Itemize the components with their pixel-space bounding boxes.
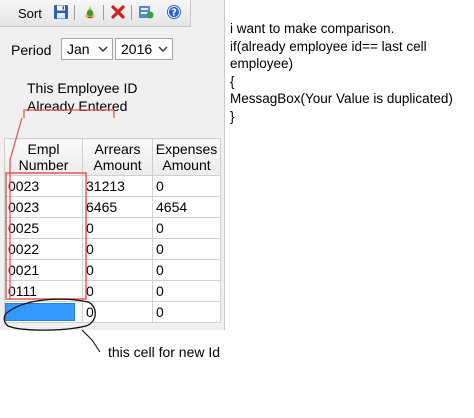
header-line: Amount xyxy=(162,157,211,173)
table-row: 0021 0 0 xyxy=(4,259,221,281)
col-header-empl-number[interactable]: Empl Number xyxy=(4,138,83,176)
selected-cell-highlight xyxy=(5,303,75,321)
help-icon[interactable]: ? xyxy=(166,4,182,20)
new-id-arrow xyxy=(81,329,101,353)
header-line: Empl xyxy=(27,141,60,157)
expenses-amount-cell[interactable]: 0 xyxy=(152,280,221,302)
sort-button[interactable]: Sort xyxy=(18,6,42,21)
col-header-arrears-amount[interactable]: Arrears Amount xyxy=(82,138,153,176)
expenses-amount-cell[interactable]: 0 xyxy=(152,175,221,197)
header-line: Expenses xyxy=(155,141,218,157)
arrears-amount-cell[interactable]: 0 xyxy=(82,238,153,260)
arrears-amount-cell[interactable]: 0 xyxy=(82,217,153,239)
arrears-amount-cell[interactable]: 31213 xyxy=(82,175,153,197)
new-empl-number-cell[interactable] xyxy=(4,301,83,323)
expenses-amount-cell[interactable]: 0 xyxy=(152,217,221,239)
chevron-down-icon xyxy=(96,41,110,57)
duplicate-id-note: This Employee ID Already Entered xyxy=(27,80,137,115)
note-line: Already Entered xyxy=(27,97,128,114)
empl-number-cell[interactable]: 0111 xyxy=(4,280,83,302)
code-line: { xyxy=(230,73,235,89)
empl-number-cell[interactable]: 0023 xyxy=(4,196,83,218)
col-header-expenses-amount[interactable]: Expenses Amount xyxy=(152,138,221,176)
code-line: employee) xyxy=(230,56,294,71)
expenses-amount-cell[interactable]: 0 xyxy=(152,238,221,260)
period-row: Period Jan 2016 xyxy=(0,38,224,62)
year-value: 2016 xyxy=(121,41,153,57)
toolbar-separator xyxy=(74,5,75,20)
arrears-amount-cell[interactable]: 0 xyxy=(82,301,153,323)
refresh-icon[interactable] xyxy=(82,4,98,20)
code-line: MessagBox(Your Value is duplicated) xyxy=(230,91,453,106)
empl-number-cell[interactable]: 0025 xyxy=(4,217,83,239)
table-row: 0025 0 0 xyxy=(4,217,221,239)
expenses-amount-cell[interactable]: 0 xyxy=(152,301,221,323)
arrears-amount-cell[interactable]: 6465 xyxy=(82,196,153,218)
code-line: if(already employee id== last cell xyxy=(230,38,427,54)
toolbar-separator xyxy=(131,5,132,20)
empl-number-cell[interactable]: 0021 xyxy=(4,259,83,281)
period-label: Period xyxy=(11,42,52,58)
header-line: Amount xyxy=(93,157,142,173)
table-row: 0111 0 0 xyxy=(4,280,221,302)
empl-number-cell[interactable]: 0023 xyxy=(4,175,83,197)
header-line: Number xyxy=(18,157,69,173)
table-row: 0023 6465 4654 xyxy=(4,196,221,218)
expenses-amount-cell[interactable]: 4654 xyxy=(152,196,221,218)
new-entry-row: 0 0 xyxy=(4,301,221,323)
arrears-amount-cell[interactable]: 0 xyxy=(82,259,153,281)
table-row: 0023 31213 0 xyxy=(4,175,221,197)
expenses-amount-cell[interactable]: 0 xyxy=(152,259,221,281)
note-line: This Employee ID xyxy=(27,80,138,96)
table-row: 0022 0 0 xyxy=(4,238,221,260)
toolbar-separator xyxy=(103,5,104,20)
code-line: i want to make comparison. xyxy=(230,21,395,36)
code-line: } xyxy=(230,108,235,124)
delete-icon[interactable] xyxy=(110,4,126,20)
save-icon[interactable] xyxy=(53,4,69,20)
arrears-amount-cell[interactable]: 0 xyxy=(82,280,153,302)
grid-header-row: Empl Number Arrears Amount Expenses Amount xyxy=(4,138,221,176)
month-select[interactable]: Jan xyxy=(61,38,113,60)
month-value: Jan xyxy=(67,41,90,57)
employee-grid: Empl Number Arrears Amount Expenses Amount … xyxy=(4,138,221,323)
empl-number-cell[interactable]: 0022 xyxy=(4,238,83,260)
app-panel: Sort ? Period Jan 2016 Empl Number Arrea… xyxy=(0,0,225,330)
toolbar: Sort ? xyxy=(0,0,191,27)
question-text: i want to make comparison. if(already em… xyxy=(230,20,453,125)
export-icon[interactable] xyxy=(138,4,154,20)
year-select[interactable]: 2016 xyxy=(115,38,173,60)
header-line: Arrears xyxy=(94,141,141,157)
new-id-note: this cell for new Id xyxy=(108,344,221,360)
chevron-down-icon xyxy=(156,41,170,57)
svg-text:?: ? xyxy=(171,8,177,19)
